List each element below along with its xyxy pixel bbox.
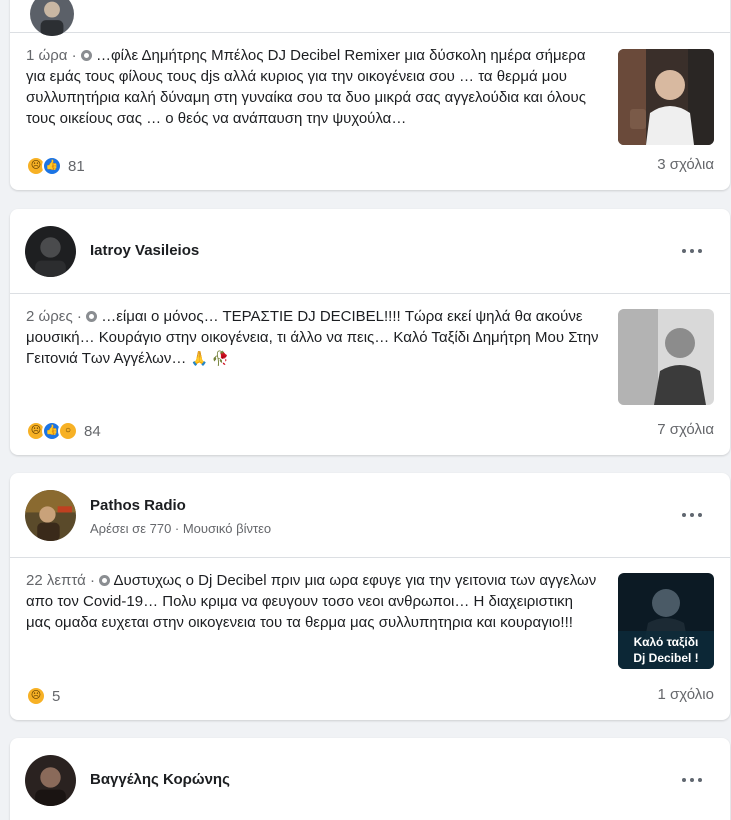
author-name[interactable]: Pathos Radio bbox=[90, 497, 186, 514]
comments-link[interactable]: 7 σχόλια bbox=[657, 421, 714, 438]
post-thumbnail[interactable] bbox=[618, 309, 714, 405]
post-footer: ☹ 👍 ○ 84 7 σχόλια bbox=[26, 419, 714, 443]
wow-reaction-icon: ○ bbox=[58, 421, 78, 441]
post-time[interactable]: 1 ώρα bbox=[26, 47, 67, 64]
post-header bbox=[10, 0, 730, 36]
more-options-icon[interactable] bbox=[682, 770, 702, 790]
more-options-icon[interactable] bbox=[682, 241, 702, 261]
more-options-icon[interactable] bbox=[682, 505, 702, 525]
reactions-summary[interactable]: ☹ 👍 ○ 84 bbox=[26, 421, 101, 441]
separator-dot: · bbox=[85, 572, 100, 589]
sad-reaction-icon: ☹ bbox=[26, 686, 46, 706]
post-text-block: 2 ώρες · …είμαι ο μόνος… ΤΕΡΑΣΤΙΕ DJ DEC… bbox=[26, 306, 601, 369]
post-card: Iatroy Vasileios 2 ώρες · …είμαι ο μόνος… bbox=[10, 209, 730, 455]
post-time[interactable]: 22 λεπτά bbox=[26, 572, 86, 589]
post-card: Pathos Radio Αρέσει σε 770 · Μουσικό βίν… bbox=[10, 473, 730, 720]
post-header: Pathos Radio Αρέσει σε 770 · Μουσικό βίν… bbox=[10, 473, 730, 558]
thumbnail-caption-line-1: Καλό ταξίδι bbox=[634, 635, 699, 649]
post-card: 1 ώρα · …φίλε Δημήτρης Μπέλος DJ Decibel… bbox=[10, 0, 730, 190]
reaction-count: 84 bbox=[84, 422, 101, 440]
comments-link[interactable]: 3 σχόλια bbox=[657, 156, 714, 173]
post-text: Δυστυχως ο Dj Decibel πριν μια ωρα εφυγε… bbox=[26, 572, 597, 631]
globe-icon bbox=[99, 575, 111, 586]
avatar[interactable] bbox=[25, 755, 76, 806]
author-name[interactable]: Βαγγέλης Κορώνης bbox=[90, 771, 230, 788]
post-text-block: 22 λεπτά · Δυστυχως ο Dj Decibel πριν μι… bbox=[26, 570, 601, 633]
post-text-block: 1 ώρα · …φίλε Δημήτρης Μπέλος DJ Decibel… bbox=[26, 45, 601, 129]
reactions-summary[interactable]: ☹ 👍 81 bbox=[26, 156, 85, 176]
page-subline: Αρέσει σε 770 · Μουσικό βίντεο bbox=[90, 521, 272, 536]
separator-dot: · bbox=[72, 308, 87, 325]
globe-icon bbox=[80, 50, 92, 61]
thumbnail-caption-line-2: Dj Decibel ! bbox=[633, 651, 698, 665]
avatar[interactable] bbox=[25, 490, 76, 541]
post-header: Iatroy Vasileios bbox=[10, 209, 730, 294]
post-time[interactable]: 2 ώρες bbox=[26, 308, 73, 325]
avatar[interactable] bbox=[25, 226, 76, 277]
avatar[interactable] bbox=[30, 0, 74, 36]
post-emoji: 🙏 🥀 bbox=[190, 350, 230, 366]
post-text: …φίλε Δημήτρης Μπέλος DJ Decibel Remixer… bbox=[26, 47, 586, 127]
post-footer: ☹ 5 1 σχόλιο bbox=[26, 684, 714, 708]
post-thumbnail[interactable]: Καλό ταξίδι Dj Decibel ! bbox=[618, 573, 714, 669]
post-text: …είμαι ο μόνος… ΤΕΡΑΣΤΙΕ DJ DECIBEL!!!! … bbox=[26, 308, 599, 367]
post-header: Βαγγέλης Κορώνης bbox=[10, 738, 730, 820]
globe-icon bbox=[86, 311, 98, 322]
separator-dot: · bbox=[67, 47, 81, 64]
post-footer: ☹ 👍 81 3 σχόλια bbox=[26, 154, 714, 178]
post-card: Βαγγέλης Κορώνης bbox=[10, 738, 730, 820]
reaction-count: 81 bbox=[68, 157, 85, 175]
like-reaction-icon: 👍 bbox=[42, 156, 62, 176]
comments-link[interactable]: 1 σχόλιο bbox=[658, 686, 714, 703]
post-thumbnail[interactable] bbox=[618, 49, 714, 145]
author-name[interactable]: Iatroy Vasileios bbox=[90, 242, 199, 259]
reaction-count: 5 bbox=[52, 687, 61, 705]
reactions-summary[interactable]: ☹ 5 bbox=[26, 686, 60, 706]
